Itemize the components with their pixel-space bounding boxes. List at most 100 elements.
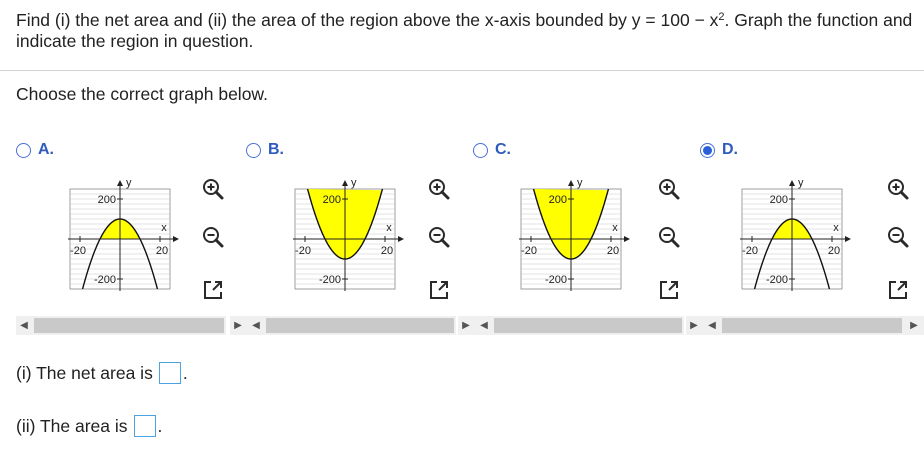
horizontal-scrollbar[interactable]: ▶ ◀ (458, 316, 684, 335)
x-axis-label: x (386, 222, 392, 234)
option-letter: B. (268, 141, 284, 158)
y-tick-label: -200 (545, 274, 567, 286)
scroll-thumb[interactable] (722, 318, 902, 333)
zoom-out-icon[interactable] (201, 225, 225, 249)
scroll-right-icon[interactable]: ▶ (458, 316, 474, 335)
x-axis-label: x (612, 222, 618, 234)
option-letter: D. (722, 141, 738, 158)
scroll-left-icon[interactable]: ◀ (248, 316, 264, 335)
scroll-thumb[interactable] (494, 318, 682, 333)
popout-icon[interactable] (886, 278, 910, 302)
zoom-in-icon[interactable] (657, 177, 681, 201)
y-axis-arrow-icon (789, 180, 795, 186)
x-tick-label: 20 (607, 245, 619, 257)
scroll-right-icon[interactable]: ▶ (906, 316, 922, 335)
y-tick-label: 200 (323, 194, 341, 206)
net-area-row: (i) The net area is . (16, 362, 188, 384)
horizontal-scrollbar[interactable]: ▶ ◀ (230, 316, 456, 335)
zoom-in-icon-glyph (888, 179, 909, 200)
popout-icon[interactable] (427, 278, 451, 302)
option-b[interactable]: B. (246, 141, 284, 159)
y-tick-label: -200 (766, 274, 788, 286)
area-input[interactable] (133, 415, 156, 437)
option-letter: A. (38, 141, 54, 158)
zoom-in-icon[interactable] (886, 177, 910, 201)
scroll-thumb[interactable] (34, 318, 224, 333)
zoom-in-icon-glyph (659, 179, 680, 200)
graph-c: 200 -200 -20 20 y x (519, 177, 630, 291)
radio-button[interactable] (473, 142, 488, 158)
horizontal-scrollbar[interactable]: ▶ ◀ ▶ (686, 316, 924, 335)
x-tick-label: 20 (156, 245, 168, 257)
y-axis-arrow-icon (568, 180, 574, 186)
zoom-out-icon-glyph (203, 227, 224, 248)
scroll-left-icon[interactable]: ◀ (16, 316, 32, 335)
graph-d: 200 -200 -20 20 y x (740, 177, 851, 291)
x-tick-label: 20 (828, 245, 840, 257)
scroll-right-icon[interactable]: ▶ (230, 316, 246, 335)
x-axis-arrow-icon (845, 236, 851, 242)
x-axis-label: x (833, 222, 839, 234)
y-tick-label: -200 (319, 274, 341, 286)
zoom-in-icon[interactable] (201, 177, 225, 201)
popout-icon[interactable] (657, 278, 681, 302)
radio-button-selected[interactable] (700, 142, 715, 158)
radio-button[interactable] (246, 142, 261, 158)
scroll-thumb[interactable] (266, 318, 454, 333)
option-d[interactable]: D. (700, 141, 738, 159)
area-label: (ii) The area is (16, 415, 128, 436)
scroll-left-icon[interactable]: ◀ (476, 316, 492, 335)
divider (0, 70, 924, 71)
zoom-out-icon[interactable] (886, 225, 910, 249)
zoom-in-icon-glyph (429, 179, 450, 200)
horizontal-scrollbar[interactable]: ◀ (16, 316, 226, 335)
popout-icon-glyph (660, 281, 678, 299)
x-tick-label: -20 (295, 245, 311, 257)
graph-b: 200 -200 -20 20 y x (293, 177, 404, 291)
zoom-in-icon-glyph (203, 179, 224, 200)
popout-icon-glyph (889, 281, 907, 299)
zoom-out-icon[interactable] (657, 225, 681, 249)
y-axis-label: y (126, 177, 132, 189)
popout-icon-glyph (204, 281, 222, 299)
area-suffix: . (157, 415, 163, 436)
net-area-label: (i) The net area is (16, 362, 153, 383)
y-tick-label: 200 (770, 194, 788, 206)
x-tick-label: 20 (381, 245, 393, 257)
y-axis-label: y (577, 177, 583, 189)
zoom-in-icon[interactable] (427, 177, 451, 201)
prompt-text: Choose the correct graph below. (16, 84, 268, 104)
net-area-input[interactable] (158, 362, 181, 384)
x-tick-label: -20 (742, 245, 758, 257)
zoom-out-icon[interactable] (427, 225, 451, 249)
question-text: Find (i) the net area and (ii) the area … (16, 10, 916, 52)
x-axis-arrow-icon (173, 236, 179, 242)
y-tick-label: -200 (94, 274, 116, 286)
y-tick-label: 200 (549, 194, 567, 206)
option-letter: C. (495, 141, 511, 158)
x-tick-label: -20 (521, 245, 537, 257)
x-axis-arrow-icon (398, 236, 404, 242)
y-axis-arrow-icon (117, 180, 123, 186)
scroll-right-icon[interactable]: ▶ (686, 316, 702, 335)
question-part1: Find (i) the net area and (ii) the area … (16, 10, 719, 30)
popout-icon[interactable] (201, 278, 225, 302)
x-axis-label: x (161, 222, 167, 234)
x-axis-arrow-icon (624, 236, 630, 242)
zoom-out-icon-glyph (888, 227, 909, 248)
x-tick-label: -20 (70, 245, 86, 257)
option-c[interactable]: C. (473, 141, 511, 159)
graph-a: 200 -200 -20 20 y x (68, 177, 179, 291)
y-axis-label: y (798, 177, 804, 189)
zoom-out-icon-glyph (659, 227, 680, 248)
zoom-out-icon-glyph (429, 227, 450, 248)
option-a[interactable]: A. (16, 141, 54, 159)
area-row: (ii) The area is . (16, 415, 162, 437)
radio-button[interactable] (16, 142, 31, 158)
y-tick-label: 200 (98, 194, 116, 206)
net-area-suffix: . (182, 362, 188, 383)
popout-icon-glyph (430, 281, 448, 299)
y-axis-arrow-icon (342, 180, 348, 186)
scroll-left-icon[interactable]: ◀ (704, 316, 720, 335)
y-axis-label: y (351, 177, 357, 189)
